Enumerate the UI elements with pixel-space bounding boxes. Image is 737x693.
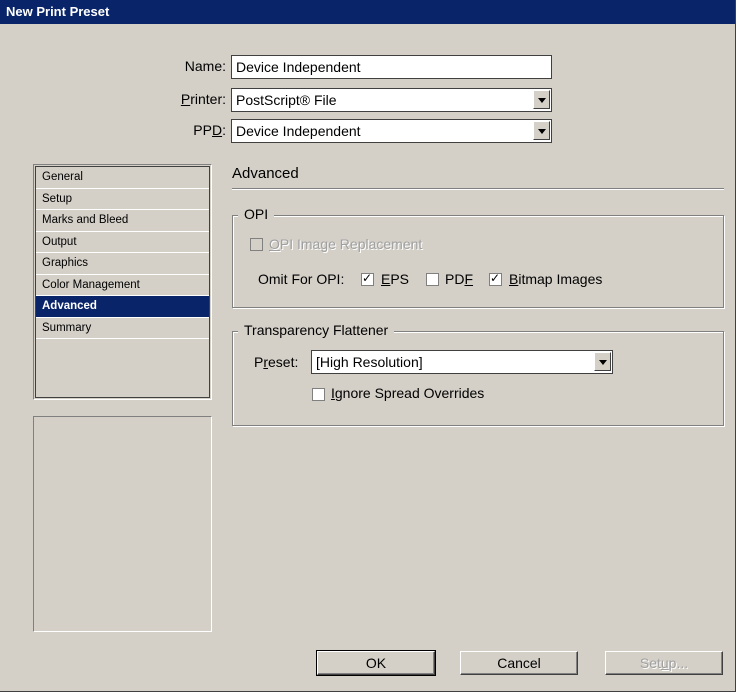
new-print-preset-dialog: New Print Preset Name: Device Independen… bbox=[0, 0, 736, 692]
sidebar-item-graphics[interactable]: Graphics bbox=[36, 253, 209, 275]
checkmark-icon: ✓ bbox=[362, 271, 373, 285]
chevron-down-icon[interactable] bbox=[594, 352, 611, 371]
preview-pane bbox=[33, 416, 212, 632]
opi-group bbox=[232, 215, 724, 308]
transparency-flattener-group bbox=[232, 331, 724, 426]
ok-button[interactable]: OK bbox=[316, 650, 436, 676]
sidebar-item-general[interactable]: General bbox=[36, 167, 209, 189]
ppd-label: PPD: bbox=[193, 122, 226, 138]
omit-bitmap-images-label: Bitmap Images bbox=[509, 271, 603, 287]
panel-title: Advanced bbox=[232, 165, 299, 182]
opi-image-replacement-checkbox[interactable] bbox=[250, 238, 263, 251]
omit-eps-checkbox[interactable]: ✓ bbox=[361, 271, 374, 286]
sidebar-item-color-management[interactable]: Color Management bbox=[36, 275, 209, 296]
chevron-down-icon[interactable] bbox=[533, 121, 550, 140]
omit-pdf-checkbox[interactable] bbox=[426, 273, 439, 286]
sidebar-item-advanced[interactable]: Advanced bbox=[36, 296, 209, 318]
flattener-preset-select[interactable]: [High Resolution] bbox=[311, 350, 613, 374]
flattener-preset-value: [High Resolution] bbox=[316, 354, 423, 370]
opi-group-legend: OPI bbox=[238, 206, 275, 222]
category-list[interactable]: General Setup Marks and Bleed Output Gra… bbox=[33, 164, 212, 400]
omit-pdf-label: PDF bbox=[445, 271, 474, 287]
ignore-spread-overrides-label: Ignore Spread Overrides bbox=[331, 385, 485, 401]
dialog-title: New Print Preset bbox=[0, 0, 735, 24]
sidebar-item-summary[interactable]: Summary bbox=[36, 318, 209, 339]
flattener-preset-label: Preset: bbox=[254, 354, 299, 370]
ppd-select[interactable]: Device Independent bbox=[231, 119, 552, 143]
ppd-select-value: Device Independent bbox=[236, 123, 361, 139]
setup-button[interactable]: Setup... bbox=[605, 651, 723, 675]
omit-for-opi-label: Omit For OPI: bbox=[258, 271, 345, 287]
panel-title-divider bbox=[232, 188, 724, 190]
name-field[interactable]: Device Independent bbox=[231, 55, 552, 79]
printer-select-value: PostScript® File bbox=[236, 92, 337, 108]
sidebar-item-setup[interactable]: Setup bbox=[36, 189, 209, 210]
ignore-spread-overrides-checkbox[interactable] bbox=[312, 388, 325, 401]
opi-image-replacement-label: OPI Image Replacement bbox=[269, 236, 423, 252]
name-label: Name: bbox=[184, 58, 226, 74]
chevron-down-icon[interactable] bbox=[533, 90, 550, 109]
cancel-button[interactable]: Cancel bbox=[460, 651, 578, 675]
sidebar-item-marks-and-bleed[interactable]: Marks and Bleed bbox=[36, 210, 209, 232]
transparency-flattener-legend: Transparency Flattener bbox=[238, 322, 395, 338]
printer-label: Printer: bbox=[180, 91, 226, 107]
checkmark-icon: ✓ bbox=[490, 271, 501, 285]
omit-eps-label: EPS bbox=[381, 271, 410, 287]
sidebar-item-output[interactable]: Output bbox=[36, 232, 209, 253]
omit-bitmap-images-checkbox[interactable]: ✓ bbox=[489, 271, 502, 286]
printer-select[interactable]: PostScript® File bbox=[231, 88, 552, 112]
